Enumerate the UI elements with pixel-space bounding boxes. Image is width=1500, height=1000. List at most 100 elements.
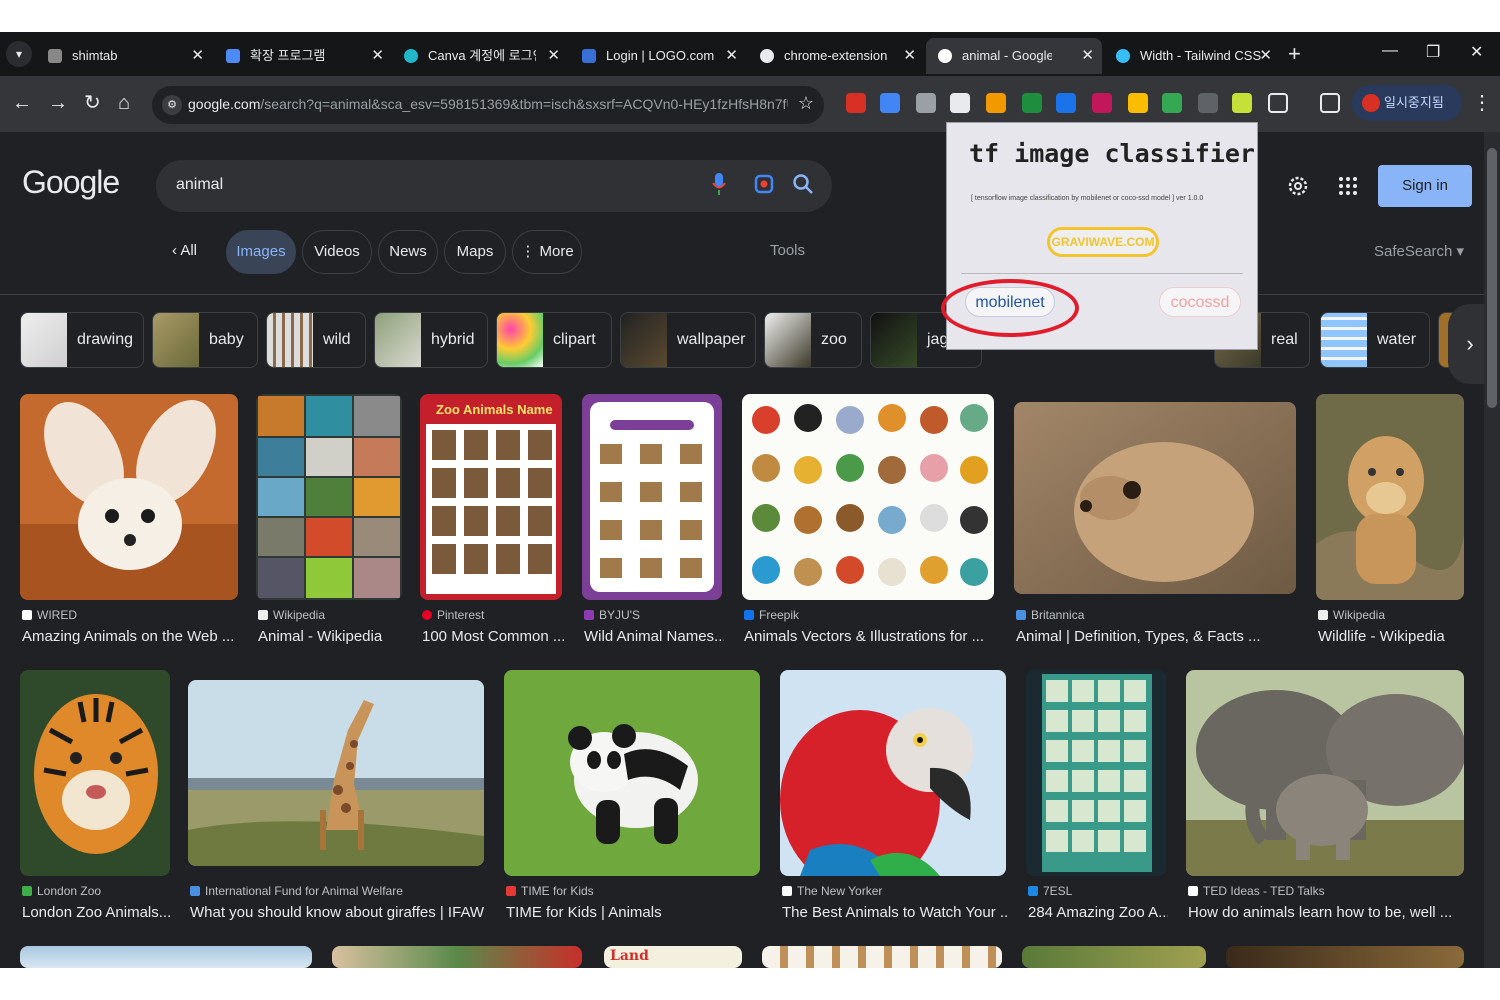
result-source[interactable]: Wikipedia	[258, 608, 325, 622]
kebab-menu-icon[interactable]: ⋮	[1472, 92, 1492, 114]
close-icon[interactable]: ✕	[371, 38, 384, 74]
result-image-macaw[interactable]	[780, 670, 1006, 876]
tab-shimtab[interactable]: shimtab ✕	[36, 38, 212, 74]
search-icon[interactable]	[792, 173, 814, 195]
graviwave-link[interactable]: GRAVIWAVE.COM	[1047, 227, 1159, 257]
safesearch-dropdown[interactable]: SafeSearch ▾	[1374, 242, 1464, 260]
translate-icon[interactable]	[880, 93, 900, 113]
result-source[interactable]: TED Ideas - TED Talks	[1188, 884, 1325, 898]
refinement-chip-zoo[interactable]: zoo	[764, 312, 862, 368]
cocossd-button[interactable]: cocossd	[1159, 287, 1241, 317]
refinement-chip-clipart[interactable]: clipart	[496, 312, 612, 368]
reload-icon[interactable]: ↻	[84, 92, 101, 114]
extension-folder-icon[interactable]	[1128, 93, 1148, 113]
result-image-zoo-chart[interactable]	[420, 394, 562, 600]
tab-news[interactable]: News	[378, 230, 438, 274]
refinement-chip-hybrid[interactable]: hybrid	[374, 312, 488, 368]
address-bar[interactable]: ⚙ google.com/search?q=animal&sca_esv=598…	[152, 86, 824, 124]
back-icon[interactable]: ←	[12, 92, 32, 114]
result-image-zoo-animals-chart[interactable]	[1026, 670, 1166, 876]
result-image-partial[interactable]	[20, 946, 312, 968]
result-title[interactable]: Animals Vectors & Illustrations for ...	[744, 628, 996, 645]
tab-all[interactable]: ‹ All	[172, 242, 197, 259]
extension-p-icon[interactable]	[1092, 93, 1112, 113]
result-title[interactable]: How do animals learn how to be, well ...	[1188, 904, 1466, 921]
close-icon[interactable]: ✕	[1081, 38, 1094, 74]
result-image-partial[interactable]	[332, 946, 582, 968]
result-title[interactable]: The Best Animals to Watch Your ...	[782, 904, 1008, 921]
refinement-chip-wallpaper[interactable]: wallpaper	[620, 312, 756, 368]
tf-classifier-ext-icon[interactable]	[1232, 93, 1252, 113]
result-image-lion-cub[interactable]	[1316, 394, 1464, 600]
result-source[interactable]: TIME for Kids	[506, 884, 594, 898]
refinement-chip-wild[interactable]: wild	[266, 312, 366, 368]
result-image-animal-vectors[interactable]	[742, 394, 994, 600]
apps-grid-icon[interactable]	[1336, 174, 1360, 198]
forward-icon[interactable]: →	[48, 92, 68, 114]
google-logo[interactable]: Google	[22, 164, 120, 201]
result-title[interactable]: 284 Amazing Zoo A...	[1028, 904, 1168, 921]
shimtab-ext-icon[interactable]	[950, 93, 970, 113]
refinement-chip-water[interactable]: water	[1320, 312, 1430, 368]
result-source[interactable]: WIRED	[22, 608, 77, 622]
extension-red-icon[interactable]	[846, 93, 866, 113]
result-title[interactable]: Animal - Wikipedia	[258, 628, 404, 645]
extension-bug-icon[interactable]	[1198, 93, 1218, 113]
minimize-icon[interactable]: —	[1382, 42, 1398, 60]
site-info-icon[interactable]: ⚙	[162, 95, 182, 115]
tab-images[interactable]: Images	[226, 230, 296, 274]
tab-canva[interactable]: Canva 계정에 로그인 ✕	[392, 38, 568, 74]
tab-google-search[interactable]: animal - Google Sea ✕	[926, 38, 1102, 74]
sign-in-button[interactable]: Sign in	[1378, 165, 1472, 207]
result-title[interactable]: Animal | Definition, Types, & Facts ...	[1016, 628, 1298, 645]
result-source[interactable]: The New Yorker	[782, 884, 882, 898]
microphone-icon[interactable]	[712, 172, 726, 196]
result-title[interactable]: Wild Animal Names...	[584, 628, 724, 645]
extension-chart-icon[interactable]	[1056, 93, 1076, 113]
result-source[interactable]: Pinterest	[422, 608, 484, 622]
result-image-tiger[interactable]	[20, 670, 170, 876]
tab-chrome-extensions[interactable]: chrome-extensions-s ✕	[748, 38, 924, 74]
close-icon[interactable]: ✕	[725, 38, 738, 74]
result-image-meerkat[interactable]	[1014, 402, 1296, 594]
result-title[interactable]: Amazing Animals on the Web ...	[22, 628, 240, 645]
tools-button[interactable]: Tools	[770, 242, 805, 259]
result-image-partial[interactable]	[1022, 946, 1206, 968]
close-icon[interactable]: ✕	[547, 38, 560, 74]
page-scrollbar[interactable]	[1484, 132, 1500, 968]
result-source[interactable]: London Zoo	[22, 884, 101, 898]
result-title[interactable]: What you should know about giraffes | IF…	[190, 904, 486, 921]
close-icon[interactable]: ✕	[191, 38, 204, 74]
bookmark-star-icon[interactable]: ☆	[798, 93, 814, 114]
result-title[interactable]: 100 Most Common ...	[422, 628, 564, 645]
extension-green-icon[interactable]	[1022, 93, 1042, 113]
tab-tailwind[interactable]: Width - Tailwind CSS ✕	[1104, 38, 1280, 74]
settings-gear-icon[interactable]	[1286, 174, 1310, 198]
search-input[interactable]: animal	[176, 176, 223, 194]
extensions-puzzle-icon[interactable]	[1268, 93, 1288, 113]
google-lens-icon[interactable]	[754, 174, 774, 194]
new-tab-button[interactable]: +	[1288, 40, 1301, 68]
scrollbar-thumb[interactable]	[1487, 148, 1497, 408]
result-image-partial[interactable]	[1226, 946, 1464, 968]
result-title[interactable]: TIME for Kids | Animals	[506, 904, 762, 921]
result-image-wild-animal-names[interactable]	[582, 394, 722, 600]
tab-search-button[interactable]: ▾	[6, 41, 32, 67]
refinement-chip-drawing[interactable]: drawing	[20, 312, 144, 368]
result-title[interactable]: London Zoo Animals...	[22, 904, 172, 921]
extension-orange-icon[interactable]	[986, 93, 1006, 113]
result-image-panda[interactable]	[504, 670, 760, 876]
result-image-partial[interactable]	[762, 946, 1002, 968]
tab-logo[interactable]: Login | LOGO.com ✕	[570, 38, 746, 74]
result-image-fennec-fox[interactable]	[20, 394, 238, 600]
refinement-chip-baby[interactable]: baby	[152, 312, 258, 368]
home-icon[interactable]: ⌂	[118, 92, 130, 114]
result-source[interactable]: 7ESL	[1028, 884, 1072, 898]
tab-maps[interactable]: Maps	[444, 230, 506, 274]
tab-extensions[interactable]: 확장 프로그램 ✕	[214, 38, 392, 74]
result-source[interactable]: International Fund for Animal Welfare	[190, 884, 403, 898]
result-source[interactable]: BYJU'S	[584, 608, 640, 622]
result-source[interactable]: Wikipedia	[1318, 608, 1385, 622]
close-window-icon[interactable]: ✕	[1470, 42, 1483, 62]
close-icon[interactable]: ✕	[1259, 38, 1272, 74]
